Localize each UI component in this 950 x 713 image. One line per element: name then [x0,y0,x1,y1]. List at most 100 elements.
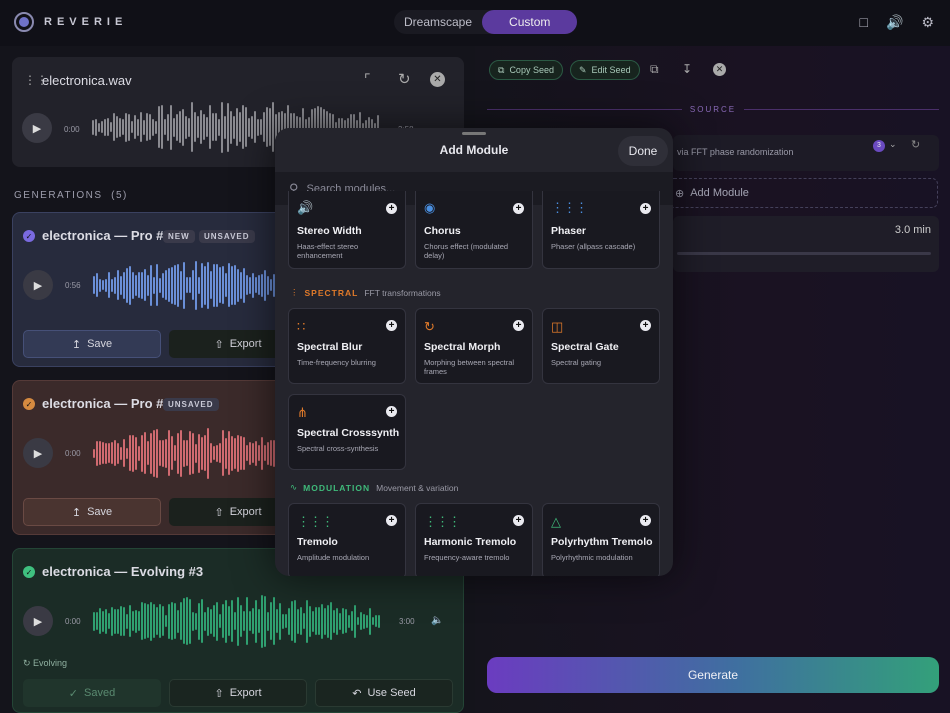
tab-dreamscape[interactable]: Dreamscape [394,10,482,34]
waveform-bar [372,617,374,625]
sheet-grabber[interactable] [462,132,486,135]
waveform-bar [285,614,287,628]
waveform-bar [153,429,155,477]
copy-seed-button[interactable]: ⧉ Copy Seed [489,60,563,80]
waveform-bar [105,442,107,464]
add-icon[interactable]: + [640,203,651,214]
waveform-bar [207,261,209,309]
waveform-bar [267,611,269,631]
waveform-bar [156,264,158,306]
download-icon[interactable]: ↧ [682,62,692,76]
waveform-bar [240,271,242,299]
add-icon[interactable]: + [513,203,524,214]
refresh-icon[interactable]: ↻ [911,138,920,151]
close-icon[interactable]: ✕ [713,63,726,76]
waveform-bar [192,270,194,300]
clipboard-icon[interactable]: □ [860,14,868,31]
waveform-bar [155,120,157,134]
add-icon[interactable]: + [513,515,524,526]
module-desc: Amplitude modulation [297,553,370,562]
waveform-bar [219,267,221,303]
speaker-icon[interactable]: 🔊 [886,14,903,31]
add-icon[interactable]: + [386,406,397,417]
play-button[interactable]: ▶ [23,270,53,300]
waveform-bar [273,597,275,645]
morph-icon: ↻ [424,319,435,334]
module-card-polyrhythm-tremolo[interactable]: △ + Polyrhythm Tremolo Polyrhythmic modu… [542,503,660,576]
module-card-spectral-morph[interactable]: ↻ + Spectral Morph Morphing between spec… [415,308,533,384]
generations-header: GENERATIONS (5) [14,190,128,201]
waveform-bar [168,430,170,476]
source-module-row[interactable]: via FFT phase randomization 3 ⌄ ↻ [673,135,939,171]
add-icon[interactable]: + [640,320,651,331]
waveform-bar [141,602,143,640]
waveform-bar [225,437,227,469]
edit-seed-button[interactable]: ✎ Edit Seed [570,60,640,80]
use-seed-button[interactable]: ↶ Use Seed [315,679,453,707]
waveform-bar [110,122,112,132]
module-name: Phaser [551,225,587,237]
crop-icon[interactable]: ⌜ [364,71,371,88]
play-button[interactable]: ▶ [23,438,53,468]
module-card-spectral-gate[interactable]: ◫ + Spectral Gate Spectral gating [542,308,660,384]
add-icon[interactable]: + [386,320,397,331]
waveform-bar [234,437,236,469]
add-icon[interactable]: + [640,515,651,526]
chevron-down-icon[interactable]: ⌄ [889,139,897,150]
volume-icon[interactable]: 🔈 [431,615,443,626]
module-card-phaser[interactable]: ⋮⋮⋮ + Phaser Phaser (allpass cascade) [542,191,660,269]
add-icon[interactable]: + [386,515,397,526]
add-icon[interactable]: + [513,320,524,331]
waveform-bar [114,276,116,294]
waveform-bar [99,278,101,292]
close-icon[interactable]: ✕ [430,72,445,87]
new-badge: NEW [163,230,195,243]
module-card-chorus[interactable]: ◉ + Chorus Chorus effect (modulated dela… [415,191,533,269]
module-card-harmonic-tremolo[interactable]: ⋮⋮⋮ + Harmonic Tremolo Frequency-aware t… [415,503,533,576]
gear-icon[interactable]: ⚙ [921,14,934,31]
refresh-icon[interactable]: ↻ [398,70,411,88]
done-button[interactable]: Done [618,136,668,166]
waveform-bar [188,117,190,137]
module-card-tremolo[interactable]: ⋮⋮⋮ + Tremolo Amplitude modulation [288,503,406,576]
play-icon: ▶ [33,279,43,292]
waveform-bar [267,441,269,465]
waveform[interactable] [93,255,284,315]
module-name: Tremolo [297,536,338,548]
waveform-bar [134,115,136,139]
waveform-bar [132,434,134,472]
waveform[interactable] [93,591,380,651]
waveform-bar [96,612,98,630]
play-button[interactable]: ▶ [22,113,52,143]
play-button[interactable]: ▶ [23,606,53,636]
waveform-bar [186,440,188,466]
duplicate-icon[interactable]: ⧉ [650,62,659,77]
module-card-stereo-width[interactable]: 🔊 + Stereo Width Haas-effect stereo enha… [288,191,406,269]
section-name: SPECTRAL [304,287,359,298]
waveform-bar [201,436,203,470]
waveform[interactable] [93,423,284,483]
waveform-bar [108,272,110,298]
waveform-bar [128,113,130,141]
duration-slider[interactable] [677,252,931,255]
waveform-bar [251,115,253,139]
save-button[interactable]: ↥ Save [23,498,161,526]
waveform-bar [249,441,251,465]
waveform-bar [342,608,344,634]
add-module-row[interactable]: ⊕ Add Module [668,178,938,208]
waveform-bar [207,427,209,479]
save-button[interactable]: ↥ Save [23,330,161,358]
waveform-bar [222,266,224,304]
waveform-bar [219,614,221,628]
tab-custom[interactable]: Custom [482,10,578,34]
module-card-spectral-crosssynth[interactable]: ⋔ + Spectral Crosssynth Spectral cross-s… [288,394,406,470]
waveform-bar [269,108,271,146]
export-button[interactable]: ⇧ Export [169,679,307,707]
module-name: Chorus [424,225,461,237]
generate-button[interactable]: Generate [487,657,939,693]
add-icon[interactable]: + [386,203,397,214]
saved-button[interactable]: ✓ Saved [23,679,161,707]
waveform-bar [185,115,187,139]
module-card-spectral-blur[interactable]: ∷ + Spectral Blur Time-frequency blurrin… [288,308,406,384]
waveform-bar [197,116,199,138]
